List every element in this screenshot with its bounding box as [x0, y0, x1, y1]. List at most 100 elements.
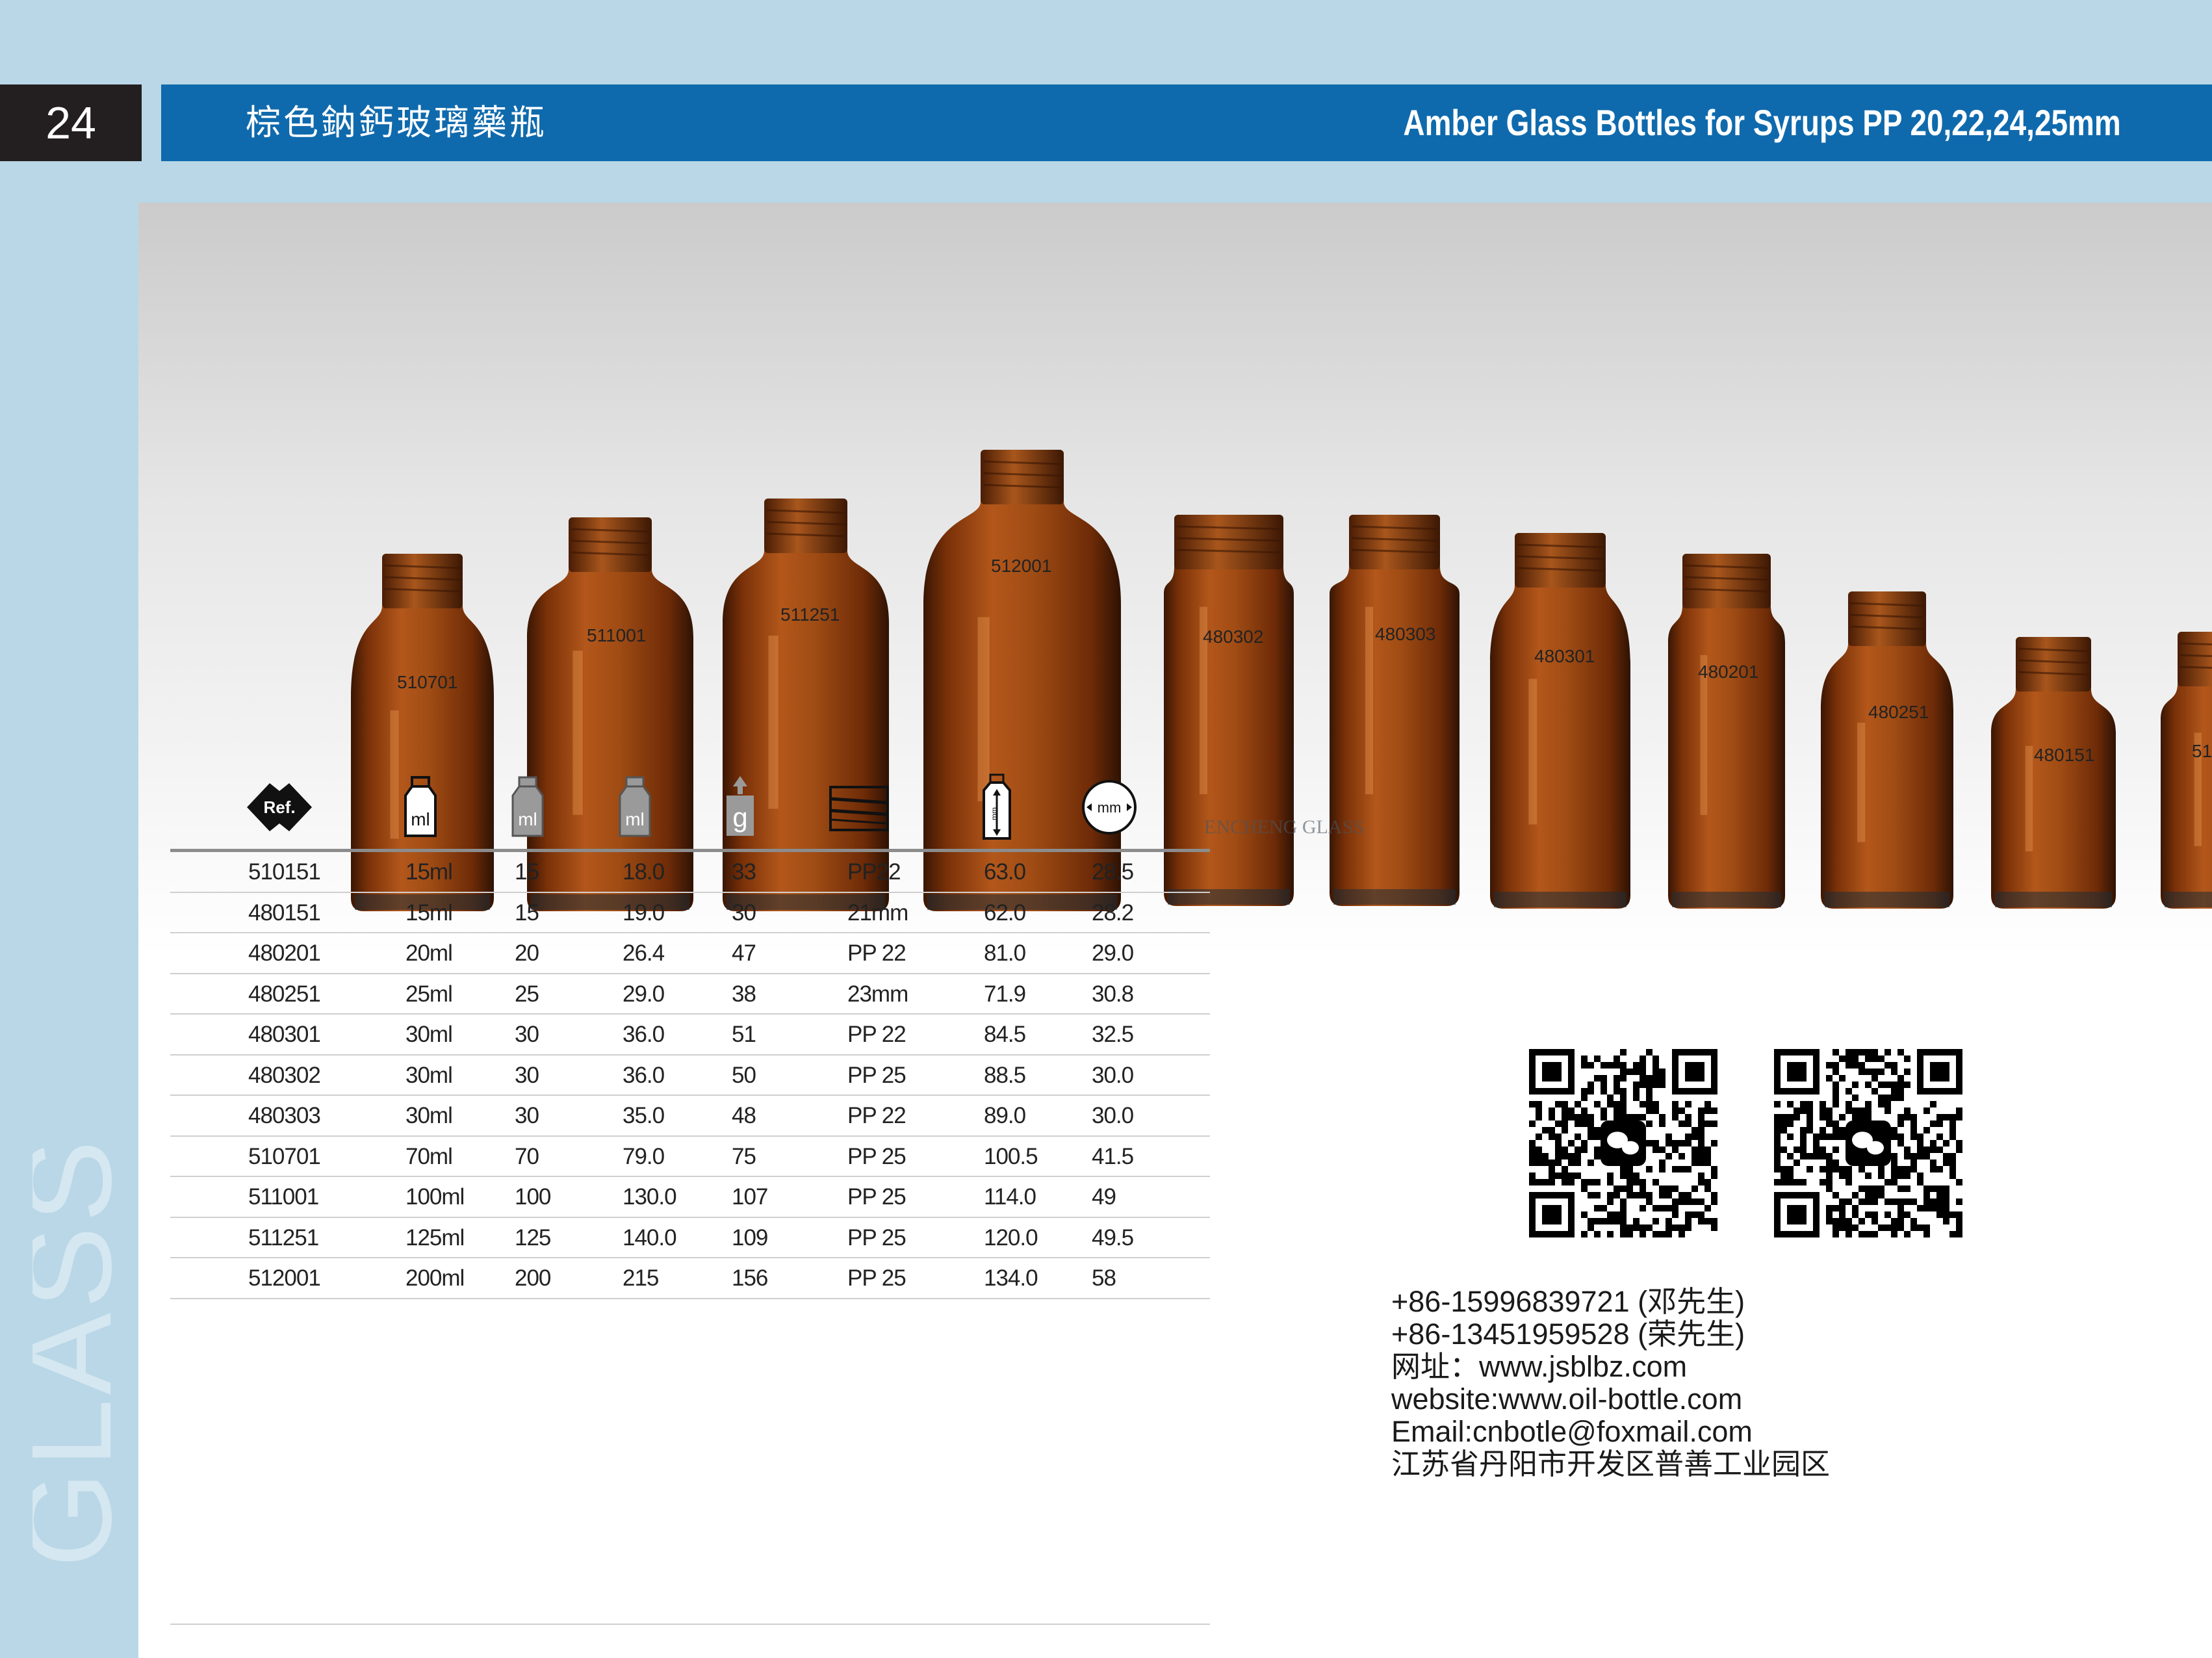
qr-module — [1698, 1179, 1704, 1185]
qr-module — [1568, 1153, 1575, 1159]
bottle-label: 480301 — [1534, 646, 1595, 666]
qr-module — [1943, 1211, 1949, 1218]
qr-module — [1653, 1205, 1659, 1211]
qr-module — [1891, 1224, 1897, 1231]
table-row: 480251 25ml 25 29.0 38 23mm 71.9 30.8 — [170, 974, 1210, 1015]
qr-module — [1659, 1146, 1665, 1153]
qr-module — [1871, 1056, 1878, 1062]
qr-module — [1884, 1049, 1891, 1056]
qr-module — [1542, 1153, 1549, 1159]
qr-module — [1871, 1075, 1878, 1082]
qr-module — [1826, 1120, 1833, 1127]
qr-module — [1787, 1114, 1794, 1120]
qr-module — [1568, 1159, 1575, 1166]
table-cell: 20 — [515, 940, 539, 966]
qr-module — [1845, 1107, 1852, 1114]
qr-module — [1568, 1179, 1575, 1185]
qr-module — [1581, 1114, 1588, 1120]
qr-module — [1588, 1133, 1594, 1140]
qr-module — [1807, 1166, 1813, 1172]
qr-module — [1845, 1224, 1852, 1231]
qr-module — [1904, 1114, 1910, 1120]
qr-finder — [1542, 1062, 1562, 1082]
table-cell: 215 — [623, 1265, 659, 1291]
qr-finder — [1787, 1062, 1807, 1082]
qr-module — [1839, 1056, 1845, 1062]
table-cell: 510151 — [248, 859, 321, 885]
qr-module — [1653, 1231, 1659, 1237]
qr-module — [1653, 1056, 1659, 1062]
qr-module — [1833, 1127, 1839, 1133]
qr-module — [1891, 1179, 1897, 1185]
table-row: 480151 15ml 15 19.0 30 21mm 62.0 28.2 — [170, 893, 1210, 933]
qr-module — [1845, 1231, 1852, 1237]
qr-module — [1930, 1146, 1936, 1153]
qr-module — [1685, 1120, 1691, 1127]
table-cell: 84.5 — [984, 1022, 1026, 1047]
qr-module — [1659, 1114, 1665, 1120]
qr-module — [1930, 1205, 1936, 1211]
qr-module — [1813, 1146, 1820, 1153]
table-cell: 25ml — [405, 981, 453, 1007]
qr-module — [1685, 1101, 1691, 1107]
bottle-neck-480151 — [2016, 637, 2091, 692]
qr-module — [1787, 1120, 1794, 1127]
qr-module — [1601, 1218, 1607, 1224]
qr-module — [1897, 1205, 1904, 1211]
qr-module — [1562, 1114, 1568, 1120]
qr-module — [1833, 1166, 1839, 1172]
qr-module — [1956, 1179, 1962, 1185]
height-icon: mm — [971, 769, 1023, 846]
neck-finish-icon — [823, 769, 895, 846]
qr-module — [1833, 1218, 1839, 1224]
table-cell: 100ml — [405, 1184, 465, 1210]
qr-module — [1575, 1101, 1581, 1107]
qr-module — [1542, 1127, 1549, 1133]
bottle-label: 480302 — [1203, 627, 1264, 647]
qr-module — [1659, 1069, 1665, 1075]
qr-module — [1691, 1127, 1698, 1133]
qr-module — [1781, 1172, 1787, 1179]
qr-module — [1917, 1205, 1923, 1211]
qr-module — [1865, 1069, 1871, 1075]
qr-module — [1529, 1146, 1536, 1153]
qr-module — [1555, 1101, 1562, 1107]
weight-icon: g — [711, 769, 769, 846]
qr-module — [1542, 1159, 1549, 1166]
qr-module — [1698, 1146, 1704, 1153]
svg-text:mm: mm — [990, 807, 999, 820]
qr-module — [1646, 1198, 1653, 1205]
qr-module — [1774, 1179, 1781, 1185]
qr-module — [1917, 1146, 1923, 1153]
qr-module — [1665, 1231, 1672, 1237]
qr-module — [1640, 1062, 1646, 1069]
table-cell: 15ml — [405, 900, 453, 926]
qr-module — [1633, 1192, 1640, 1198]
qr-module — [1794, 1114, 1800, 1120]
qr-module — [1891, 1069, 1897, 1075]
qr-module — [1607, 1095, 1614, 1101]
svg-text:Ref.: Ref. — [263, 797, 295, 817]
qr-module — [1529, 1153, 1536, 1159]
qr-module — [1884, 1101, 1891, 1107]
qr-module — [1917, 1224, 1923, 1231]
svg-text:mm: mm — [1098, 799, 1122, 816]
qr-module — [1930, 1185, 1936, 1192]
qr-module — [1678, 1192, 1685, 1198]
qr-module — [1601, 1075, 1607, 1082]
qr-module — [1685, 1198, 1691, 1205]
qr-module — [1891, 1153, 1897, 1159]
svg-text:ml: ml — [625, 809, 645, 829]
qr-module — [1594, 1146, 1601, 1153]
qr-module — [1884, 1062, 1891, 1069]
qr-module — [1704, 1101, 1711, 1107]
table-cell: 28.2 — [1092, 900, 1134, 926]
qr-module — [1917, 1133, 1923, 1140]
qr-module — [1659, 1185, 1665, 1192]
bottle-label: 480151 — [2034, 745, 2095, 765]
table-cell: 200ml — [405, 1265, 465, 1291]
table-cell: 48 — [732, 1103, 756, 1128]
table-row: 510701 70ml 70 79.0 75 PP 25 100.5 41.5 — [170, 1137, 1210, 1177]
qr-module — [1820, 1153, 1826, 1159]
qr-module — [1685, 1114, 1691, 1120]
